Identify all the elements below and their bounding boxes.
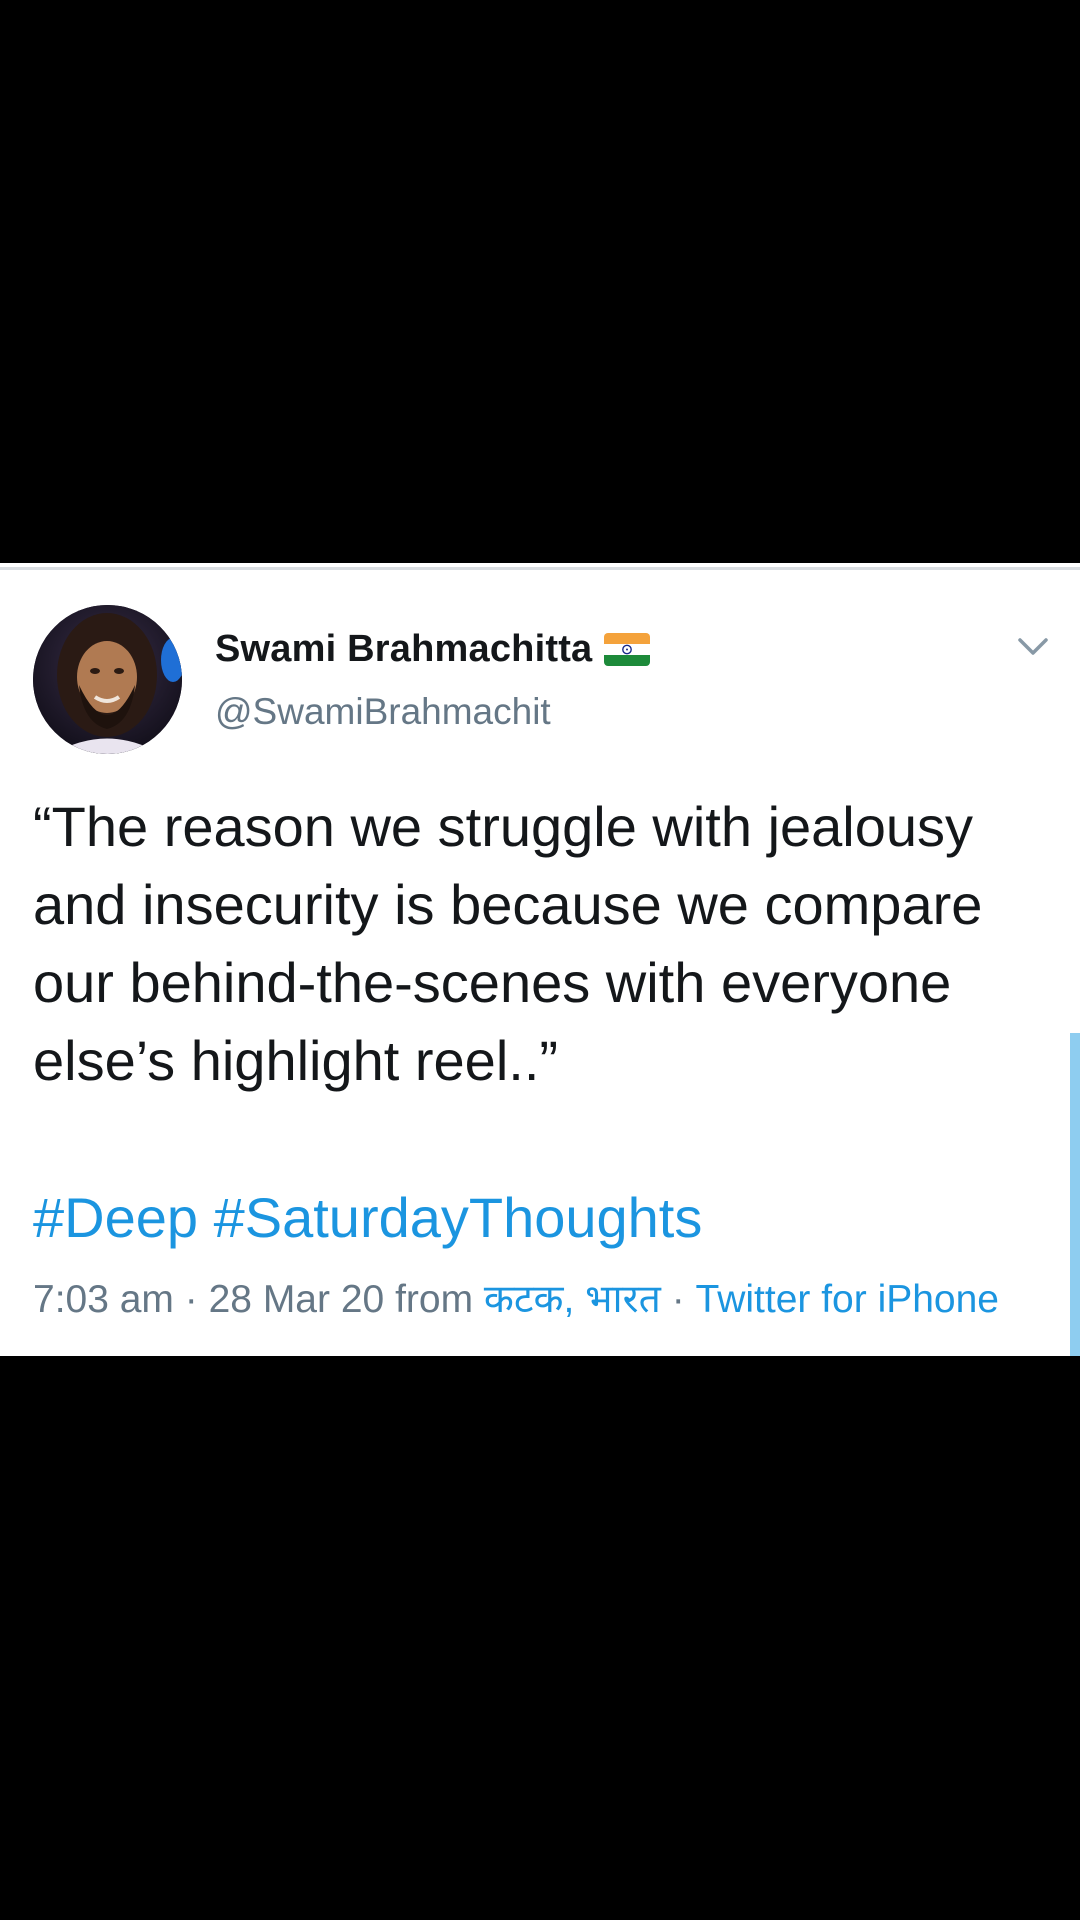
- tweet-location[interactable]: कटक, भारत: [484, 1278, 661, 1321]
- author-name-row: Swami Brahmachitta: [215, 623, 651, 675]
- author-name[interactable]: Swami Brahmachitta: [215, 628, 592, 671]
- tweet-time: 7:03 am: [33, 1278, 174, 1321]
- scroll-indicator[interactable]: [1070, 1033, 1080, 1356]
- india-flag-icon: [604, 632, 651, 666]
- tweet-card: Swami Brahmachitta @SwamiBrahmachit “The…: [0, 563, 1080, 1356]
- hashtags: #Deep #SaturdayThoughts: [33, 1183, 702, 1253]
- author-handle[interactable]: @SwamiBrahmachit: [215, 691, 551, 733]
- divider: [0, 567, 1080, 570]
- tweet-source[interactable]: Twitter for iPhone: [696, 1278, 999, 1321]
- hashtag-saturday-thoughts[interactable]: #SaturdayThoughts: [214, 1186, 703, 1249]
- from-label: from: [395, 1278, 474, 1321]
- tweet-date: 28 Mar 20: [208, 1278, 385, 1321]
- meta-separator: ·: [671, 1278, 685, 1321]
- chevron-down-icon[interactable]: [1012, 625, 1054, 667]
- meta-separator: ·: [184, 1278, 198, 1321]
- screen: Swami Brahmachitta @SwamiBrahmachit “The…: [0, 0, 1080, 1920]
- avatar[interactable]: [33, 605, 182, 754]
- tweet-text: “The reason we struggle with jealousy an…: [33, 795, 983, 1092]
- tweet-meta: 7:03 am · 28 Mar 20 from कटक, भारत · Twi…: [33, 1275, 999, 1325]
- hashtag-deep[interactable]: #Deep: [33, 1186, 198, 1249]
